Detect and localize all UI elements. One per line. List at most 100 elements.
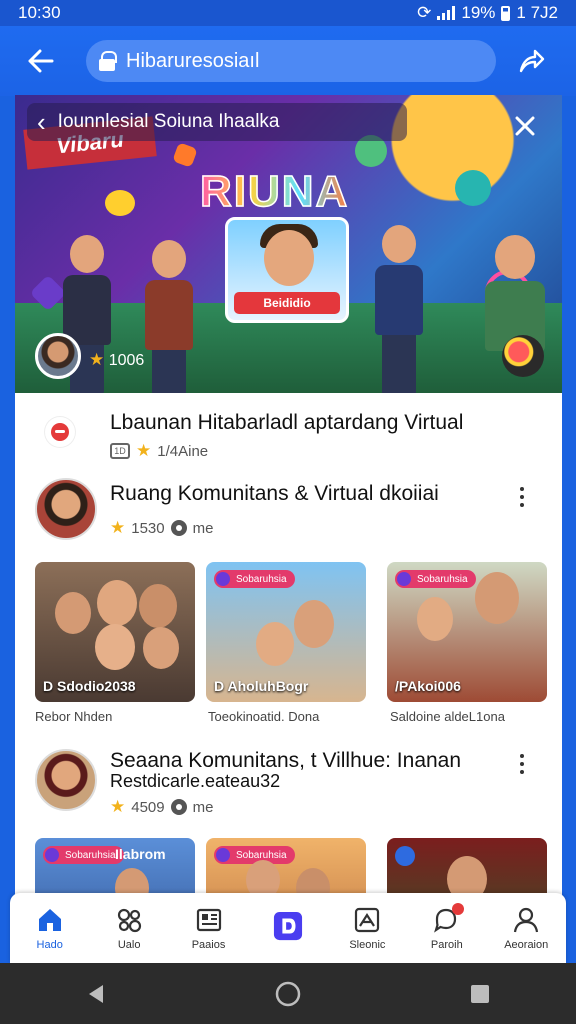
video-thumbnail[interactable]: Sobaruhsia <box>206 838 366 895</box>
nav-label: Ualo <box>117 939 141 951</box>
section-meta-text: 1/4Aine <box>157 442 209 460</box>
hero-avatar[interactable] <box>35 333 81 379</box>
star-icon: ★ <box>110 518 126 537</box>
group-meta: ★ 4509 me <box>110 797 213 817</box>
video-thumbnail[interactable]: Sobaruhsia Ilabrom <box>35 838 195 895</box>
verified-icon <box>395 846 415 866</box>
live-tag: Sobaruhsia <box>43 846 124 864</box>
system-nav-bar <box>0 963 576 1024</box>
group-row[interactable]: Ruang Komunitans & Virtual dkoiiai ★ 153… <box>15 478 562 548</box>
confetti-shape <box>172 142 198 168</box>
arrow-left-icon <box>28 49 54 73</box>
nav-label: Hado <box>36 939 63 951</box>
sync-icon: ⟳ <box>417 3 432 22</box>
group-avatar[interactable] <box>35 478 97 540</box>
hero-title: Iounnlesial Soiuna Ihaalka <box>57 111 280 132</box>
thumbnail-caption: Rebor Nhden <box>35 709 113 724</box>
nav-label: Paroih <box>430 939 463 951</box>
nav-item-app[interactable] <box>253 911 323 945</box>
star-icon: ★ <box>136 441 152 460</box>
chat-bubble-icon <box>105 190 135 216</box>
back-button[interactable] <box>14 34 68 88</box>
nav-item-profile[interactable]: Aeoraion <box>491 905 561 951</box>
thumbnail-label: D Sdodio2038 <box>43 678 136 694</box>
system-back-button[interactable] <box>76 974 116 1014</box>
live-tag: Sobaruhsia <box>214 570 295 588</box>
nav-item-news[interactable]: Paaios <box>174 905 244 951</box>
share-button[interactable] <box>504 34 558 88</box>
profile-icon <box>511 905 541 935</box>
character-figure <box>375 225 423 393</box>
close-button[interactable] <box>508 109 542 143</box>
section-meta: 1D ★ 1/4Aine <box>110 441 208 461</box>
lock-icon <box>98 51 117 71</box>
chat-icon <box>432 903 464 935</box>
share-bubble-icon <box>455 170 491 206</box>
nav-label: Paaios <box>191 939 226 951</box>
thumbnail-overlay: Ilabrom <box>115 846 166 862</box>
star-icon: ★ <box>110 797 126 816</box>
nav-item-chat[interactable]: Paroih <box>412 903 482 951</box>
thumbnail-label: /PAkoi006 <box>395 678 461 694</box>
reaction-icon[interactable] <box>502 335 544 377</box>
chevron-left-icon: ‹ <box>37 107 46 137</box>
character-figure <box>485 235 545 351</box>
image-icon <box>352 905 382 935</box>
video-thumbnail[interactable]: Sobaruhsia D AholuhBogr <box>206 562 366 702</box>
group-row[interactable]: Seaana Komunitans, t Villhue: Inanan Res… <box>15 747 562 823</box>
more-options-button[interactable] <box>512 482 532 512</box>
group-meta-text: me <box>192 519 214 537</box>
nav-label: Aeoraion <box>504 939 549 951</box>
hero-title-bar[interactable]: ‹ Iounnlesial Soiuna Ihaalka <box>27 103 407 141</box>
section-header[interactable]: Lbaunan Hitabarladl aptardang Virtual 1D… <box>15 405 562 465</box>
hero-stat: ★ 1006 <box>89 350 144 370</box>
thumbnail-label: D AholuhBogr <box>214 678 309 694</box>
video-thumbnail[interactable]: D Sdodio2038 <box>35 562 195 702</box>
home-icon <box>35 905 65 935</box>
nav-item-home[interactable]: Hado <box>15 905 85 951</box>
star-icon: ★ <box>89 350 105 369</box>
hero-stat-value: 1006 <box>108 352 145 369</box>
battery-icon <box>501 5 511 21</box>
system-home-button[interactable] <box>268 974 308 1014</box>
app-bar: Hibaruresosiaıl <box>0 26 576 96</box>
group-title: Seaana Komunitans, t Villhue: Inanan <box>110 749 462 772</box>
section-title: Lbaunan Hitabarladl aptardang Virtual <box>110 411 464 434</box>
notification-dot <box>451 903 464 915</box>
nav-label: Sleonic <box>349 939 386 951</box>
hero-card-button[interactable]: Beididio <box>234 292 340 314</box>
calendar-icon: 1D <box>110 443 130 459</box>
content-panel: Vibaru ‹ Iounnlesial Soiuna Ihaalka RIUN… <box>15 95 562 895</box>
hero-feature-card[interactable]: Beididio <box>225 217 349 323</box>
card-face <box>264 230 314 286</box>
channel-badge-icon <box>45 417 75 447</box>
system-recents-button[interactable] <box>460 974 500 1014</box>
address-bar[interactable]: Hibaruresosiaıl <box>86 40 496 82</box>
triangle-back-icon <box>89 984 103 1003</box>
bottom-nav: Hado Ualo Paaios Sleonic Paroih Aeoraion <box>10 893 566 963</box>
circle-home-icon <box>275 981 301 1006</box>
location-icon <box>170 520 187 536</box>
group-meta-text: me <box>192 798 214 816</box>
group-rating: 4509 <box>131 798 165 816</box>
nav-item-people[interactable]: Ualo <box>94 905 164 951</box>
square-recents-icon <box>471 984 489 1003</box>
group-title: Ruang Komunitans & Virtual dkoiiai <box>110 482 439 505</box>
live-tag: Sobaruhsia <box>395 570 476 588</box>
group-meta: ★ 1530 me <box>110 518 213 538</box>
video-thumbnail[interactable] <box>387 838 547 895</box>
news-icon <box>194 905 224 935</box>
more-options-button[interactable] <box>512 749 532 779</box>
app-icon <box>273 911 303 941</box>
status-icons: ⟳ 19% 1 7J2 <box>417 3 558 23</box>
nav-item-image[interactable]: Sleonic <box>332 905 402 951</box>
group-subtitle: Restdicarle.eateau32 <box>110 771 281 791</box>
video-thumbnail[interactable]: Sobaruhsia /PAkoi006 <box>387 562 547 702</box>
hero-banner[interactable]: Vibaru ‹ Iounnlesial Soiuna Ihaalka RIUN… <box>15 95 562 393</box>
group-rating: 1530 <box>131 519 165 537</box>
group-avatar[interactable] <box>35 749 97 811</box>
close-icon <box>515 116 535 136</box>
hero-logo: RIUNA <box>199 166 350 217</box>
thumbnail-caption: Toeokinoatid. Dona <box>208 709 320 724</box>
character-figure <box>145 240 193 393</box>
